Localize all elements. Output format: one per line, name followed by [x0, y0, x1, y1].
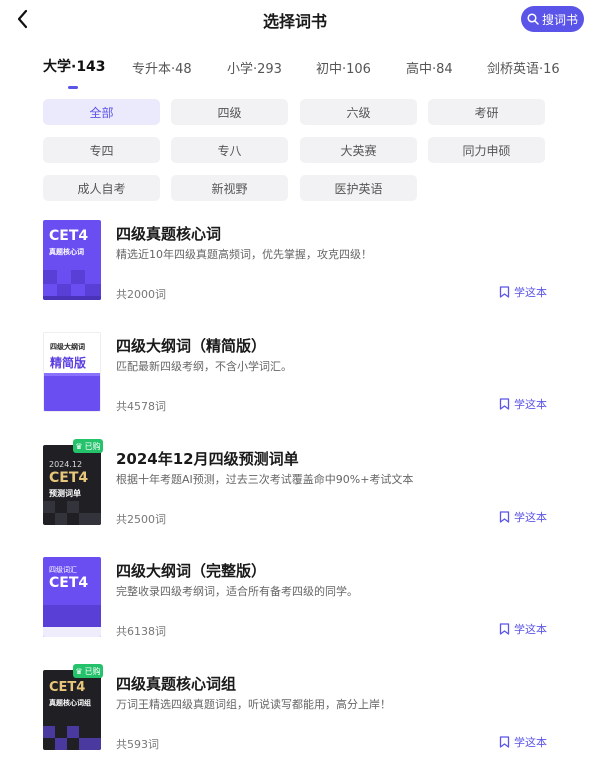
cover-subtitle: 真题核心词组: [49, 699, 91, 707]
filter-contest[interactable]: 大英赛: [300, 137, 417, 163]
crown-icon: ♛: [75, 441, 83, 451]
learn-book-label: 学这本: [514, 623, 547, 636]
book-item[interactable]: 2024.12 CET4 预测词单 ♛ 已购 2024年12月四级预测词单 根据…: [43, 439, 547, 529]
bookmark-icon: [499, 736, 510, 748]
book-description: 根据十年考题AI预测，过去三次考试覆盖命中90%+考试文本: [116, 473, 414, 486]
active-tab-indicator: [68, 86, 78, 89]
book-title: 四级真题核心词组: [116, 675, 237, 693]
book-title: 四级大纲词（精简版）: [116, 337, 267, 355]
book-item[interactable]: 四级词汇 CET4 四级大纲词（完整版） 完整收录四级考纲词，适合所有备考四级的…: [43, 557, 547, 641]
tab-upgrade[interactable]: 专升本·48: [132, 58, 192, 77]
cover-date: 2024.12: [49, 460, 83, 469]
tab-university[interactable]: 大学·143: [43, 56, 106, 76]
book-item[interactable]: CET4 真题核心词组 ♛ 已购 四级真题核心词组 万词王精选四级真题词组，听说…: [43, 664, 547, 754]
cover-subtitle: 真题核心词: [49, 248, 84, 256]
filter-postgrad[interactable]: 考研: [428, 99, 545, 125]
cover-title: CET4: [49, 575, 89, 591]
book-title: 四级大纲词（完整版）: [116, 562, 267, 580]
filter-tem4[interactable]: 专四: [43, 137, 160, 163]
purchased-label: 已购: [84, 441, 101, 451]
crown-icon: ♛: [75, 666, 83, 676]
filter-medical[interactable]: 医护英语: [300, 175, 417, 201]
learn-book-button[interactable]: 学这本: [499, 509, 547, 525]
filter-master[interactable]: 同力申硕: [428, 137, 545, 163]
book-word-count: 共6138词: [116, 625, 166, 638]
cover-subtitle: 预测词单: [49, 489, 81, 498]
book-title: 四级真题核心词: [116, 225, 222, 243]
purchased-label: 已购: [84, 666, 101, 676]
bookmark-icon: [499, 511, 510, 523]
filter-cet4[interactable]: 四级: [171, 99, 288, 125]
learn-book-label: 学这本: [514, 398, 547, 411]
learn-book-label: 学这本: [514, 736, 547, 749]
book-cover: CET4 真题核心词: [43, 220, 101, 300]
filter-cet6[interactable]: 六级: [300, 99, 417, 125]
purchased-badge: ♛ 已购: [73, 439, 103, 453]
filter-all[interactable]: 全部: [43, 99, 160, 125]
bookmark-icon: [499, 286, 510, 298]
book-description: 匹配最新四级考纲，不含小学词汇。: [116, 360, 292, 373]
book-word-count: 共2500词: [116, 513, 166, 526]
page-title: 选择词书: [262, 12, 327, 31]
book-item[interactable]: 四级大纲词 精简版 四级大纲词（精简版） 匹配最新四级考纲，不含小学词汇。 共4…: [43, 332, 547, 416]
filter-adult[interactable]: 成人自考: [43, 175, 160, 201]
cover-title: 精简版: [50, 356, 87, 370]
learn-book-button[interactable]: 学这本: [499, 396, 547, 412]
tab-primary[interactable]: 小学·293: [227, 58, 282, 77]
cover-title: CET4: [49, 680, 86, 695]
book-cover: 四级词汇 CET4: [43, 557, 101, 637]
search-books-label: 搜词书: [541, 12, 578, 27]
book-cover: 四级大纲词 精简版: [43, 332, 101, 412]
book-cover: CET4 真题核心词组: [43, 670, 101, 750]
book-description: 完整收录四级考纲词，适合所有备考四级的同学。: [116, 585, 358, 598]
bookmark-icon: [499, 623, 510, 635]
filter-new-horizon[interactable]: 新视野: [171, 175, 288, 201]
tab-senior[interactable]: 高中·84: [406, 58, 453, 77]
learn-book-button[interactable]: 学这本: [499, 621, 547, 637]
tab-cambridge[interactable]: 剑桥英语·16: [487, 58, 560, 77]
learn-book-label: 学这本: [514, 286, 547, 299]
cover-title: CET4: [49, 228, 89, 244]
learn-book-button[interactable]: 学这本: [499, 284, 547, 300]
cover-subtitle: 四级大纲词: [50, 343, 85, 351]
book-word-count: 共593词: [116, 738, 159, 751]
book-description: 精选近10年四级真题高频词，优先掌握，攻克四级！: [116, 248, 372, 261]
learn-book-button[interactable]: 学这本: [499, 734, 547, 750]
bookmark-icon: [499, 398, 510, 410]
book-word-count: 共4578词: [116, 400, 166, 413]
book-cover: 2024.12 CET4 预测词单: [43, 445, 101, 525]
cover-title: CET4: [49, 470, 89, 486]
cover-subtitle: 四级词汇: [49, 566, 77, 574]
search-icon: [527, 13, 539, 25]
header: 选择词书 搜词书: [0, 0, 590, 40]
book-title: 2024年12月四级预测词单: [116, 450, 299, 468]
book-item[interactable]: CET4 真题核心词 四级真题核心词 精选近10年四级真题高频词，优先掌握，攻克…: [43, 220, 547, 304]
learn-book-label: 学这本: [514, 511, 547, 524]
search-books-button[interactable]: 搜词书: [521, 6, 584, 32]
book-description: 万词王精选四级真题词组，听说读写都能用，高分上岸！: [116, 698, 391, 711]
purchased-badge: ♛ 已购: [73, 664, 103, 678]
tab-junior[interactable]: 初中·106: [316, 58, 371, 77]
category-tabs: 大学·143 专升本·48 小学·293 初中·106 高中·84 剑桥英语·1…: [0, 56, 590, 90]
filter-tem8[interactable]: 专八: [171, 137, 288, 163]
book-word-count: 共2000词: [116, 288, 166, 301]
